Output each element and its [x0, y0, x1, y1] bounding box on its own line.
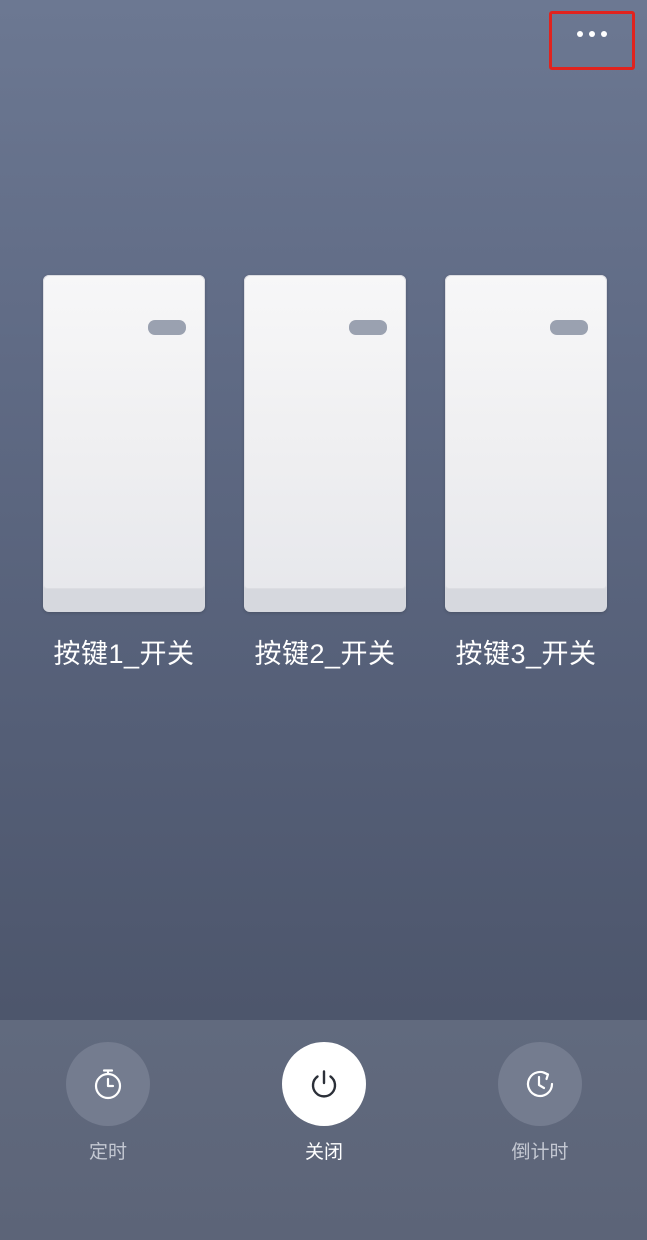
stopwatch-icon — [94, 1069, 122, 1100]
power-button[interactable] — [282, 1042, 366, 1126]
switch-3-label: 按键3_开关 — [455, 639, 597, 669]
switch-2-label: 按键2_开关 — [254, 639, 396, 669]
power-icon — [311, 1070, 337, 1098]
timer-label: 定时 — [88, 1142, 127, 1163]
switch-1[interactable] — [43, 275, 205, 612]
switch-indicator-light — [349, 320, 387, 335]
power-label: 关闭 — [304, 1142, 343, 1163]
switch-face — [43, 275, 205, 589]
switch-face — [244, 275, 406, 589]
switch-3[interactable] — [445, 275, 607, 612]
countdown-button[interactable] — [498, 1042, 582, 1126]
more-icon — [577, 30, 607, 37]
countdown-clock-icon — [526, 1070, 554, 1098]
timer-button[interactable] — [66, 1042, 150, 1126]
switch-indicator-light — [550, 320, 588, 335]
switch-2[interactable] — [244, 275, 406, 612]
more-menu-button[interactable] — [549, 11, 635, 70]
countdown-label: 倒计时 — [511, 1142, 569, 1163]
switch-face — [445, 275, 607, 589]
switch-indicator-light — [148, 320, 186, 335]
switch-1-label: 按键1_开关 — [53, 639, 195, 669]
